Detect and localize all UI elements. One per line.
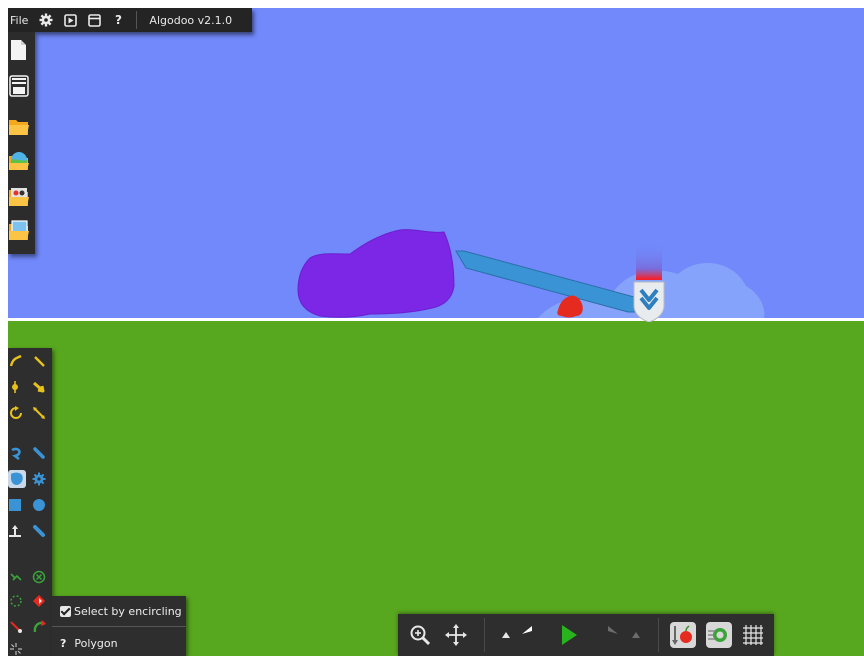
cinema-folder-icon[interactable] [8, 184, 30, 208]
tracer-tool-icon[interactable] [9, 642, 23, 656]
select-by-encircling-label: Select by encircling [74, 604, 182, 618]
zoom-icon[interactable] [406, 614, 434, 656]
picture-folder-icon[interactable] [8, 218, 30, 242]
scene-canvas[interactable]: File ? Algodoo v2.1.0 Select by encircli… [8, 8, 864, 656]
thruster-marker[interactable] [632, 242, 668, 322]
undo-icon[interactable] [518, 614, 548, 656]
toolbar-divider [658, 618, 659, 652]
spring-tool-icon[interactable] [9, 594, 23, 608]
current-tool-label: Polygon [74, 636, 118, 650]
help-icon[interactable]: ? [60, 637, 66, 650]
rotate-tool-icon[interactable] [9, 406, 23, 420]
gravity-icon[interactable] [668, 614, 698, 656]
polygon-tool-icon[interactable] [8, 470, 26, 488]
air-friction-icon[interactable] [704, 614, 734, 656]
tool-panel [8, 348, 52, 656]
fixate-tool-icon[interactable] [9, 570, 23, 584]
planet-folder-icon[interactable] [8, 148, 30, 172]
simulation-toolbar [398, 614, 774, 656]
redo-icon[interactable] [592, 614, 622, 656]
plane-tool-icon[interactable] [9, 524, 23, 538]
tool-options-panel: Select by encircling ? Polygon [52, 596, 186, 656]
pen-tool-icon[interactable] [32, 524, 46, 538]
play-square-icon[interactable] [58, 8, 82, 32]
toolbar-divider [484, 618, 485, 652]
file-menu[interactable]: File [8, 8, 34, 32]
thruster-tool-icon[interactable] [32, 594, 46, 608]
redo-dropdown-icon[interactable] [628, 614, 644, 656]
toolbar-toggle-icon[interactable] [8, 74, 30, 98]
help-icon[interactable]: ? [106, 8, 130, 32]
circle-tool-icon[interactable] [32, 498, 46, 512]
box-tool-icon[interactable] [9, 498, 23, 512]
drag-tool-icon[interactable] [9, 380, 23, 394]
undo-dropdown-icon[interactable] [498, 614, 514, 656]
pan-icon[interactable] [442, 614, 470, 656]
laser-tool-icon[interactable] [32, 620, 46, 634]
knife-tool-icon[interactable] [32, 354, 46, 368]
purple-blob-shape[interactable] [296, 228, 460, 320]
sketch-tool-icon[interactable] [9, 354, 23, 368]
play-icon[interactable] [554, 614, 584, 656]
app-title: Algodoo v2.1.0 [149, 13, 233, 27]
tool-help-row[interactable]: ? Polygon [60, 634, 118, 652]
axle-tool-icon[interactable] [32, 570, 46, 584]
gear-icon[interactable] [34, 8, 58, 32]
grid-icon[interactable] [738, 614, 768, 656]
options-divider [52, 626, 186, 627]
menu-divider [136, 11, 138, 29]
select-by-encircling-checkbox[interactable] [60, 605, 71, 617]
rope-tool-icon[interactable] [9, 446, 23, 460]
move-tool-icon[interactable] [32, 380, 46, 394]
chain-tool-icon[interactable] [9, 620, 23, 634]
brush-tool-icon[interactable] [32, 446, 46, 460]
gear-tool-icon[interactable] [32, 472, 46, 486]
window-icon[interactable] [82, 8, 106, 32]
select-by-encircling-option[interactable]: Select by encircling [60, 602, 182, 620]
new-scene-icon[interactable] [8, 38, 30, 62]
scale-tool-icon[interactable] [32, 406, 46, 420]
file-sidebar [8, 32, 35, 254]
open-folder-icon[interactable] [8, 114, 30, 138]
top-menu-bar: File ? Algodoo v2.1.0 [8, 8, 252, 32]
red-shape[interactable] [554, 292, 586, 320]
